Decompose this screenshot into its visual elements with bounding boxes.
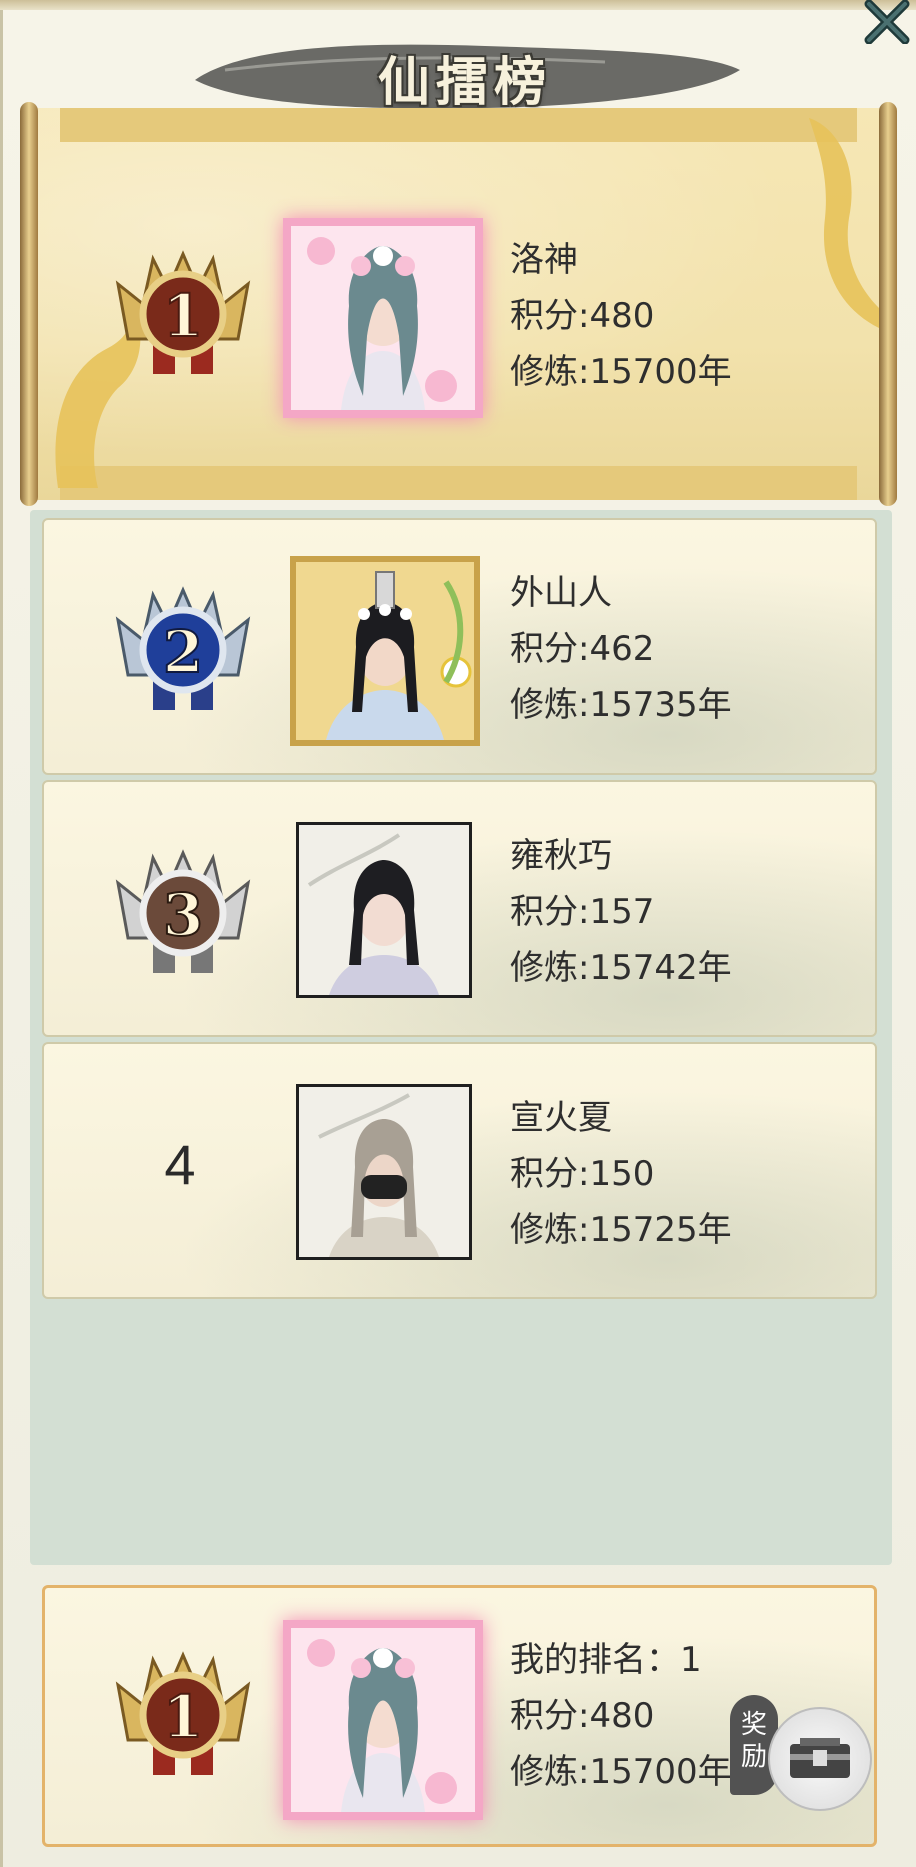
rank-3-info: 雍秋巧 积分:157 修炼:15742年 <box>510 828 732 996</box>
phoenix-right-decoration <box>809 118 879 328</box>
svg-text:3: 3 <box>163 881 203 949</box>
my-avatar[interactable] <box>283 1620 483 1820</box>
avatar-rank-2[interactable] <box>290 556 480 746</box>
my-rank-info: 我的排名：1 积分:480 修炼:15700年 <box>510 1632 732 1800</box>
close-icon <box>864 0 910 44</box>
player-score: 积分:462 <box>510 629 655 669</box>
treasure-chest-icon <box>790 1738 850 1778</box>
reward-button[interactable]: 奖励 <box>730 1695 880 1815</box>
player-name: 雍秋巧 <box>510 836 612 876</box>
avatar-rank-4[interactable] <box>296 1084 472 1260</box>
my-score: 积分:480 <box>510 1696 655 1736</box>
player-cultivation: 修炼:15735年 <box>510 685 732 725</box>
player-cultivation: 修炼:15725年 <box>510 1210 732 1250</box>
blue-medal-icon: 2 <box>115 586 251 710</box>
player-cultivation: 修炼:15742年 <box>510 948 732 988</box>
player-score: 积分:480 <box>510 296 655 336</box>
silver-medal-icon: 3 <box>115 849 251 973</box>
character-portrait <box>291 226 475 410</box>
gold-medal-icon: 1 <box>115 250 251 374</box>
scroll-rod-right <box>879 102 897 506</box>
rank-1-info: 洛神 积分:480 修炼:15700年 <box>510 232 732 400</box>
player-name: 洛神 <box>510 240 578 280</box>
player-score: 积分:157 <box>510 892 655 932</box>
close-button[interactable] <box>856 0 916 44</box>
avatar-rank-1[interactable] <box>283 218 483 418</box>
svg-text:1: 1 <box>163 282 203 350</box>
player-name: 外山人 <box>510 573 612 613</box>
player-score: 积分:150 <box>510 1154 655 1194</box>
reward-icon-circle <box>768 1707 872 1811</box>
my-cultivation: 修炼:15700年 <box>510 1752 732 1792</box>
scroll-rod-left <box>20 102 38 506</box>
svg-text:2: 2 <box>163 618 203 686</box>
avatar-rank-3[interactable] <box>296 822 472 998</box>
rank-2-info: 外山人 积分:462 修炼:15735年 <box>510 565 732 733</box>
character-portrait <box>299 1087 469 1257</box>
player-name: 宣火夏 <box>510 1098 612 1138</box>
top-strip <box>0 0 916 10</box>
svg-text:1: 1 <box>163 1683 203 1751</box>
character-portrait <box>296 562 474 740</box>
gold-medal-icon: 1 <box>115 1651 251 1775</box>
character-portrait <box>299 825 469 995</box>
rank-4-info: 宣火夏 积分:150 修炼:15725年 <box>510 1090 732 1258</box>
character-portrait <box>291 1628 475 1812</box>
my-rank-text: 我的排名：1 <box>510 1640 702 1680</box>
rank-number: 4 <box>164 1133 196 1196</box>
player-cultivation: 修炼:15700年 <box>510 352 732 392</box>
